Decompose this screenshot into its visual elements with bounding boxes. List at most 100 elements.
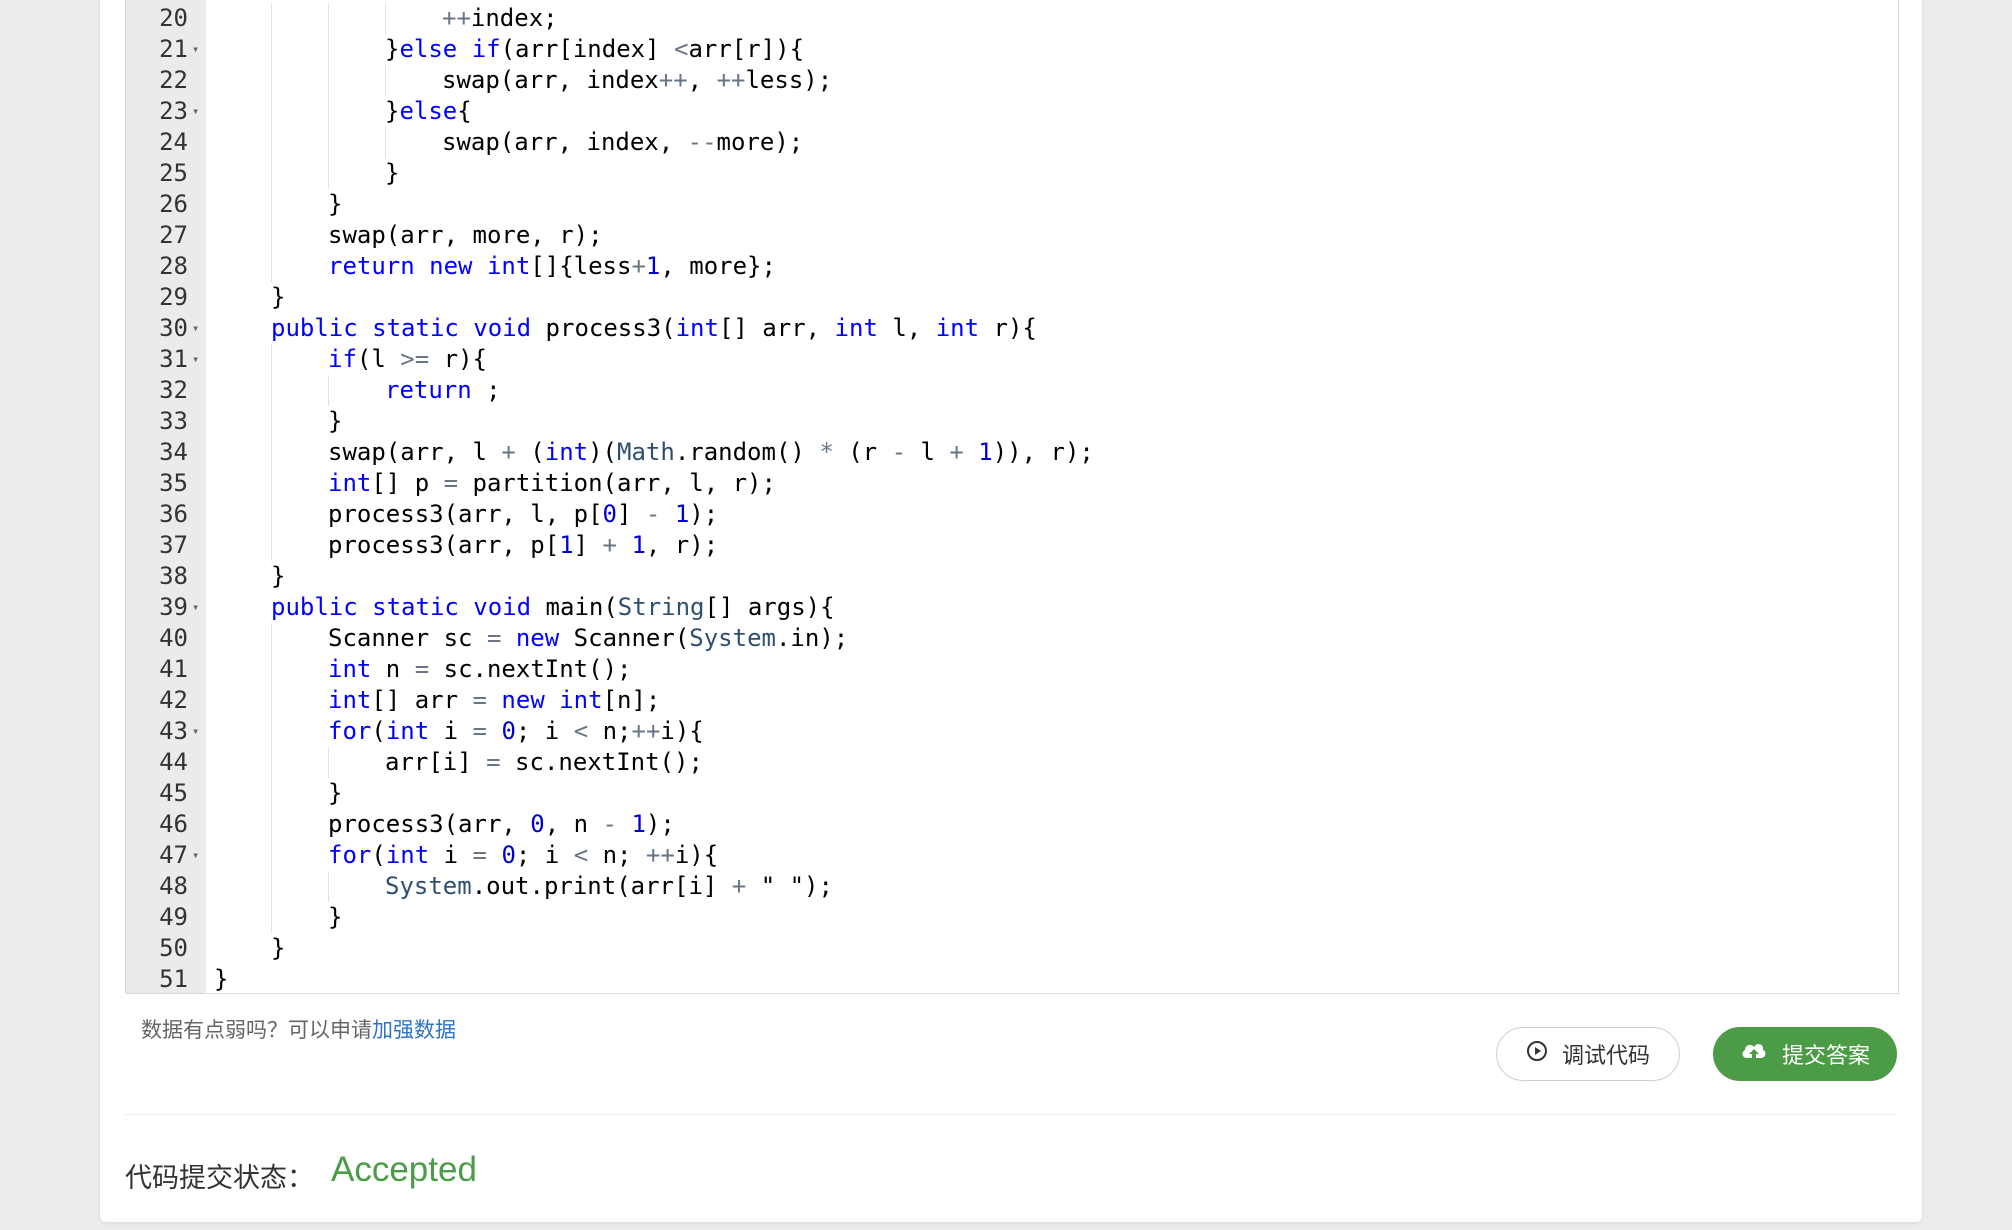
line-number: 29 [159, 283, 188, 311]
code-token: index; [470, 4, 558, 32]
fold-caret-icon[interactable]: ▾ [192, 96, 199, 127]
indent-guide [328, 375, 329, 406]
code-token: .out.print(arr[i] [471, 872, 732, 900]
code-token: i){ [674, 841, 719, 869]
indent-guide [271, 778, 272, 809]
code-token: = [472, 686, 487, 714]
line-number: 28 [159, 252, 188, 280]
code-token: int [675, 314, 719, 342]
code-text: return new int[]{less+1, more}; [328, 251, 776, 282]
code-token: sc.nextInt(); [500, 748, 703, 776]
code-token: } [385, 159, 400, 187]
line-number: 45 [159, 779, 188, 807]
code-text: } [271, 282, 285, 313]
code-text: if(l >= r){ [328, 344, 487, 375]
line-number: 41 [159, 655, 188, 683]
line-number: 36 [159, 500, 188, 528]
code-token: less); [745, 66, 833, 94]
code-line: 27 swap(arr, more, r); [126, 220, 1898, 251]
code-token: else [399, 97, 458, 125]
line-number: 26 [159, 190, 188, 218]
code-token: 0 [530, 810, 545, 838]
code-text: process3(arr, p[1] + 1, r); [328, 530, 718, 561]
line-number: 25 [159, 159, 188, 187]
code-token: arr[r]){ [688, 35, 805, 63]
code-token: [] args){ [704, 593, 835, 621]
code-token: n; [588, 841, 646, 869]
fold-caret-icon[interactable]: ▾ [192, 344, 199, 375]
indent-guide [271, 654, 272, 685]
indent-guide [271, 530, 272, 561]
code-token: 1 [978, 438, 993, 466]
code-token: ++ [442, 4, 471, 32]
code-token: 0 [602, 500, 617, 528]
code-token: ); [645, 810, 675, 838]
code-line: 49} [126, 902, 1898, 933]
code-line: 33} [126, 406, 1898, 437]
submission-status-value: Accepted [331, 1150, 477, 1189]
code-token: int [328, 686, 372, 714]
code-editor[interactable]: 20 ++index; 21 ▾}else if(arr[index] <arr[r]… [125, 0, 1899, 994]
code-text: for(int i = 0; i < n;++i){ [328, 716, 704, 747]
code-token: + [631, 252, 646, 280]
code-line: 32 return ; [126, 375, 1898, 406]
line-number: 44 [159, 748, 188, 776]
indent-guide [271, 871, 272, 902]
fold-caret-icon[interactable]: ▾ [192, 592, 199, 623]
code-token: sc.nextInt(); [429, 655, 632, 683]
indent-guide [271, 34, 272, 65]
code-text: process3(arr, l, p[0] - 1); [328, 499, 718, 530]
code-line: 36 process3(arr, l, p[0] - 1); [126, 499, 1898, 530]
indent-guide [328, 158, 329, 189]
fold-caret-icon[interactable]: ▾ [192, 840, 199, 871]
code-token: 0 [501, 841, 516, 869]
code-token: i [429, 717, 473, 745]
code-token: 1 [631, 810, 646, 838]
line-number: 48 [159, 872, 188, 900]
line-number: 34 [159, 438, 188, 466]
code-token: = [414, 655, 430, 683]
code-token: } [385, 97, 400, 125]
fold-caret-icon[interactable]: ▾ [192, 34, 199, 65]
debug-code-button[interactable]: 调试代码 [1496, 1027, 1680, 1081]
indent-guide [271, 685, 272, 716]
code-text: System.out.print(arr[i] + " "); [385, 871, 833, 902]
code-token: } [385, 35, 400, 63]
code-text: public static void main(String[] args){ [271, 592, 835, 623]
code-line: 47 ▾ for(int i = 0; i < n; ++i){ [126, 840, 1898, 871]
code-token: int [385, 717, 430, 745]
line-number: 20 [159, 4, 188, 32]
code-text: }else if(arr[index] <arr[r]){ [385, 34, 804, 65]
code-token: .random() [674, 438, 820, 466]
submission-status-label: 代码提交状态： [125, 1163, 314, 1194]
line-number: 31 [159, 345, 188, 373]
code-token: for [328, 841, 372, 869]
code-token: = [486, 748, 501, 776]
indent-guide [271, 3, 272, 34]
code-token: process3( [545, 314, 676, 342]
indent-guide [271, 716, 272, 747]
indent-guide [328, 3, 329, 34]
code-token: int [328, 655, 372, 683]
code-line: 23 ▾}else{ [126, 96, 1898, 127]
strengthen-data-link[interactable]: 加强数据 [372, 1018, 456, 1042]
line-number: 46 [159, 810, 188, 838]
indent-guide [271, 375, 272, 406]
code-text: } [328, 778, 342, 809]
code-line: 41 int n = sc.nextInt(); [126, 654, 1898, 685]
code-line: 44 arr[i] = sc.nextInt(); [126, 747, 1898, 778]
fold-caret-icon[interactable]: ▾ [192, 313, 199, 344]
indent-guide [271, 220, 272, 251]
code-line: 50} [126, 933, 1898, 964]
code-token: - [602, 810, 617, 838]
code-line: 26} [126, 189, 1898, 220]
indent-guide [271, 468, 272, 499]
fold-caret-icon[interactable]: ▾ [192, 716, 199, 747]
submit-answer-button[interactable]: 提交答案 [1713, 1027, 1897, 1081]
code-token: ++ [658, 66, 688, 94]
code-token: i){ [660, 717, 704, 745]
